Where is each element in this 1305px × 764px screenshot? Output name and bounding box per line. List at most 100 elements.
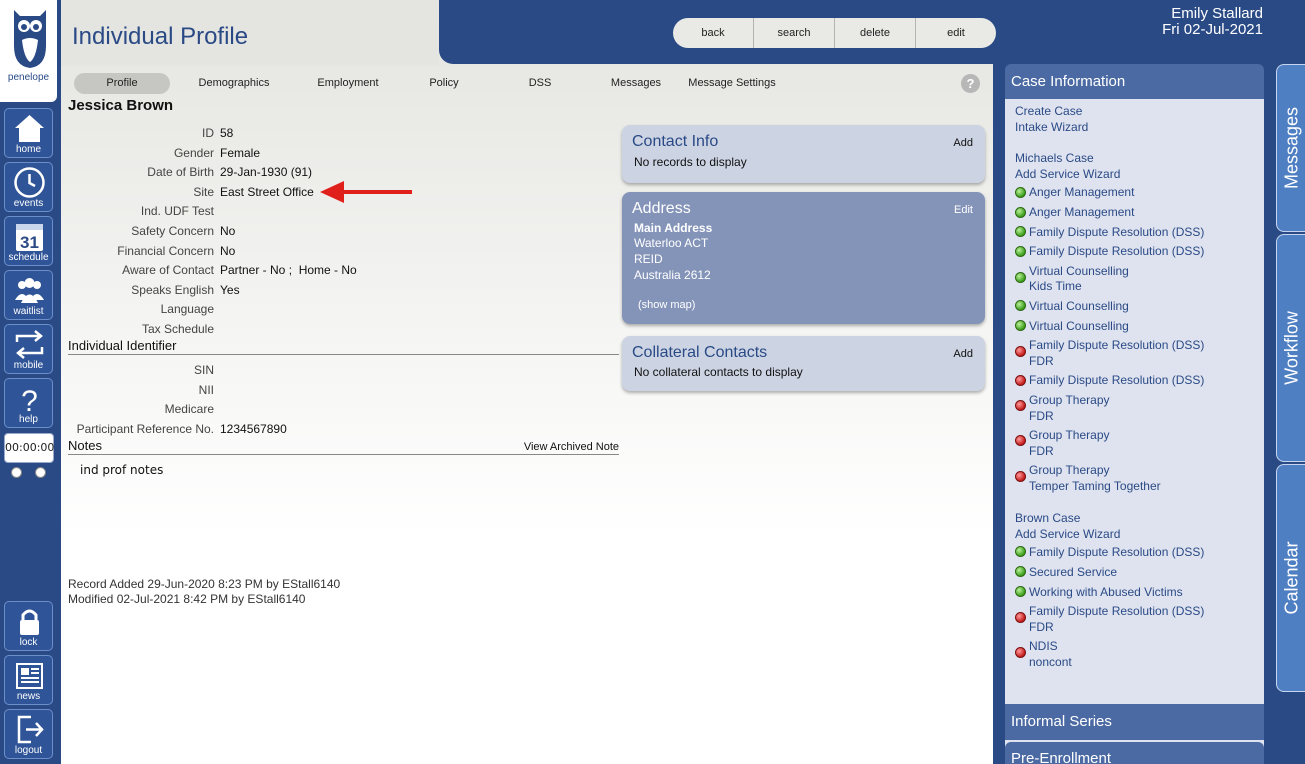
section-title: Individual Identifier: [68, 338, 177, 353]
add-service-wizard-link[interactable]: Add Service Wizard: [1015, 527, 1120, 542]
current-date: Fri 02-Jul-2021: [1162, 21, 1263, 38]
notes-text: ind prof notes: [80, 463, 164, 477]
nav-events-button[interactable]: events: [4, 162, 53, 212]
nav-news-button[interactable]: news: [4, 655, 53, 705]
card-title: Address: [632, 200, 691, 217]
timer-stop-icon[interactable]: [11, 467, 22, 478]
service-link[interactable]: Family Dispute Resolution (DSS): [1029, 373, 1204, 388]
help-icon[interactable]: ?: [961, 74, 980, 93]
service-sublabel[interactable]: Temper Taming Together: [1029, 479, 1161, 494]
question-icon: ?: [21, 385, 38, 415]
red-arrow-annotation-icon: [320, 181, 412, 203]
field-value: No: [220, 224, 236, 238]
edit-button[interactable]: edit: [916, 18, 996, 48]
brand-name: penelope: [7, 72, 50, 83]
field-label: Medicare: [164, 402, 214, 416]
nav-help-button[interactable]: ? help: [4, 378, 53, 428]
search-button[interactable]: search: [754, 18, 835, 48]
svg-text:?: ?: [21, 385, 38, 415]
service-link[interactable]: Virtual Counselling: [1029, 319, 1129, 334]
pre-enrollment-header[interactable]: Pre-Enrollment: [1005, 742, 1264, 764]
title-tab: Individual Profile: [61, 13, 439, 65]
contact-add-link[interactable]: Add: [953, 137, 973, 149]
service-sublabel[interactable]: Kids Time: [1029, 279, 1082, 294]
service-link[interactable]: Group Therapy: [1029, 463, 1110, 478]
back-button[interactable]: back: [673, 18, 754, 48]
nav-logout-button[interactable]: logout: [4, 709, 53, 759]
field-label: ID: [202, 126, 214, 140]
nav-label: home: [15, 144, 41, 155]
field-label: Financial Concern: [117, 244, 214, 258]
delete-button[interactable]: delete: [835, 18, 916, 48]
service-link[interactable]: Family Dispute Resolution (DSS): [1029, 545, 1204, 560]
status-red-icon: [1015, 346, 1026, 357]
address-card: Address Edit Main Address Waterloo ACT R…: [622, 192, 985, 324]
service-link[interactable]: Anger Management: [1029, 185, 1134, 200]
status-green-icon: [1015, 226, 1026, 237]
contact-info-card: Contact Info Add No records to display: [622, 125, 985, 183]
service-link[interactable]: Family Dispute Resolution (DSS): [1029, 604, 1204, 619]
address-edit-link[interactable]: Edit: [954, 204, 973, 216]
service-link[interactable]: NDIS: [1029, 639, 1058, 654]
record-modified: Modified 02-Jul-2021 8:42 PM by EStall61…: [68, 592, 306, 606]
side-tab-label: Messages: [1281, 106, 1301, 190]
timer-play-icon[interactable]: [35, 467, 46, 478]
tab-employment[interactable]: Employment: [300, 73, 396, 94]
side-tab-workflow[interactable]: Workflow: [1276, 234, 1305, 462]
nav-lock-button[interactable]: lock: [4, 601, 53, 651]
side-tab-messages[interactable]: Messages: [1276, 64, 1305, 232]
service-link[interactable]: Family Dispute Resolution (DSS): [1029, 225, 1204, 240]
case-link[interactable]: Michaels Case: [1015, 151, 1094, 166]
service-sublabel[interactable]: FDR: [1029, 620, 1054, 635]
create-case-link[interactable]: Create Case: [1015, 104, 1082, 119]
address-line: REID: [634, 252, 663, 266]
field-label: SIN: [193, 363, 214, 377]
profile-tabs: Profile Demographics Employment Policy D…: [74, 73, 984, 95]
side-tab-calendar[interactable]: Calendar: [1276, 464, 1305, 692]
status-red-icon: [1015, 435, 1026, 446]
tab-message-settings[interactable]: Message Settings: [682, 73, 782, 94]
service-sublabel[interactable]: FDR: [1029, 354, 1054, 369]
service-link[interactable]: Secured Service: [1029, 565, 1117, 580]
status-green-icon: [1015, 207, 1026, 218]
nav-waitlist-button[interactable]: waitlist: [4, 270, 53, 320]
case-information-header[interactable]: Case Information: [1005, 64, 1264, 99]
service-link[interactable]: Family Dispute Resolution (DSS): [1029, 244, 1204, 259]
case-link[interactable]: Brown Case: [1015, 511, 1080, 526]
tab-profile[interactable]: Profile: [74, 73, 170, 94]
service-link[interactable]: Virtual Counselling: [1029, 264, 1129, 279]
nav-schedule-button[interactable]: 31 schedule: [4, 216, 53, 266]
field-label: Date of Birth: [147, 165, 214, 179]
service-link[interactable]: Group Therapy: [1029, 428, 1110, 443]
service-link[interactable]: Group Therapy: [1029, 393, 1110, 408]
field-value: Yes: [220, 283, 240, 297]
home-icon: [15, 115, 44, 142]
intake-wizard-link[interactable]: Intake Wizard: [1015, 120, 1088, 135]
nav-mobile-button[interactable]: mobile: [4, 324, 53, 374]
logout-icon: [17, 715, 44, 744]
field-value: 29-Jan-1930 (91): [220, 165, 313, 179]
service-link[interactable]: Virtual Counselling: [1029, 299, 1129, 314]
add-service-wizard-link[interactable]: Add Service Wizard: [1015, 167, 1120, 182]
informal-series-header[interactable]: Informal Series: [1005, 704, 1264, 740]
penelope-logo[interactable]: penelope: [0, 0, 57, 102]
show-map-link[interactable]: (show map): [638, 299, 695, 311]
service-link[interactable]: Anger Management: [1029, 205, 1134, 220]
tab-messages[interactable]: Messages: [588, 73, 684, 94]
service-link[interactable]: Working with Abused Victims: [1029, 585, 1183, 600]
service-link[interactable]: Family Dispute Resolution (DSS): [1029, 338, 1204, 353]
service-sublabel[interactable]: FDR: [1029, 444, 1054, 459]
view-archived-note-link[interactable]: View Archived Note: [524, 441, 619, 453]
collateral-add-link[interactable]: Add: [953, 348, 973, 360]
people-icon: [15, 278, 44, 303]
service-sublabel[interactable]: noncont: [1029, 655, 1072, 670]
nav-label: help: [19, 414, 38, 425]
nav-label: logout: [14, 745, 43, 756]
field-value: 58: [220, 126, 234, 140]
identifier-section-header: Individual Identifier: [68, 338, 619, 355]
service-sublabel[interactable]: FDR: [1029, 409, 1054, 424]
tab-dss[interactable]: DSS: [492, 73, 588, 94]
tab-policy[interactable]: Policy: [396, 73, 492, 94]
nav-home-button[interactable]: home: [4, 108, 53, 158]
tab-demographics[interactable]: Demographics: [186, 73, 282, 94]
